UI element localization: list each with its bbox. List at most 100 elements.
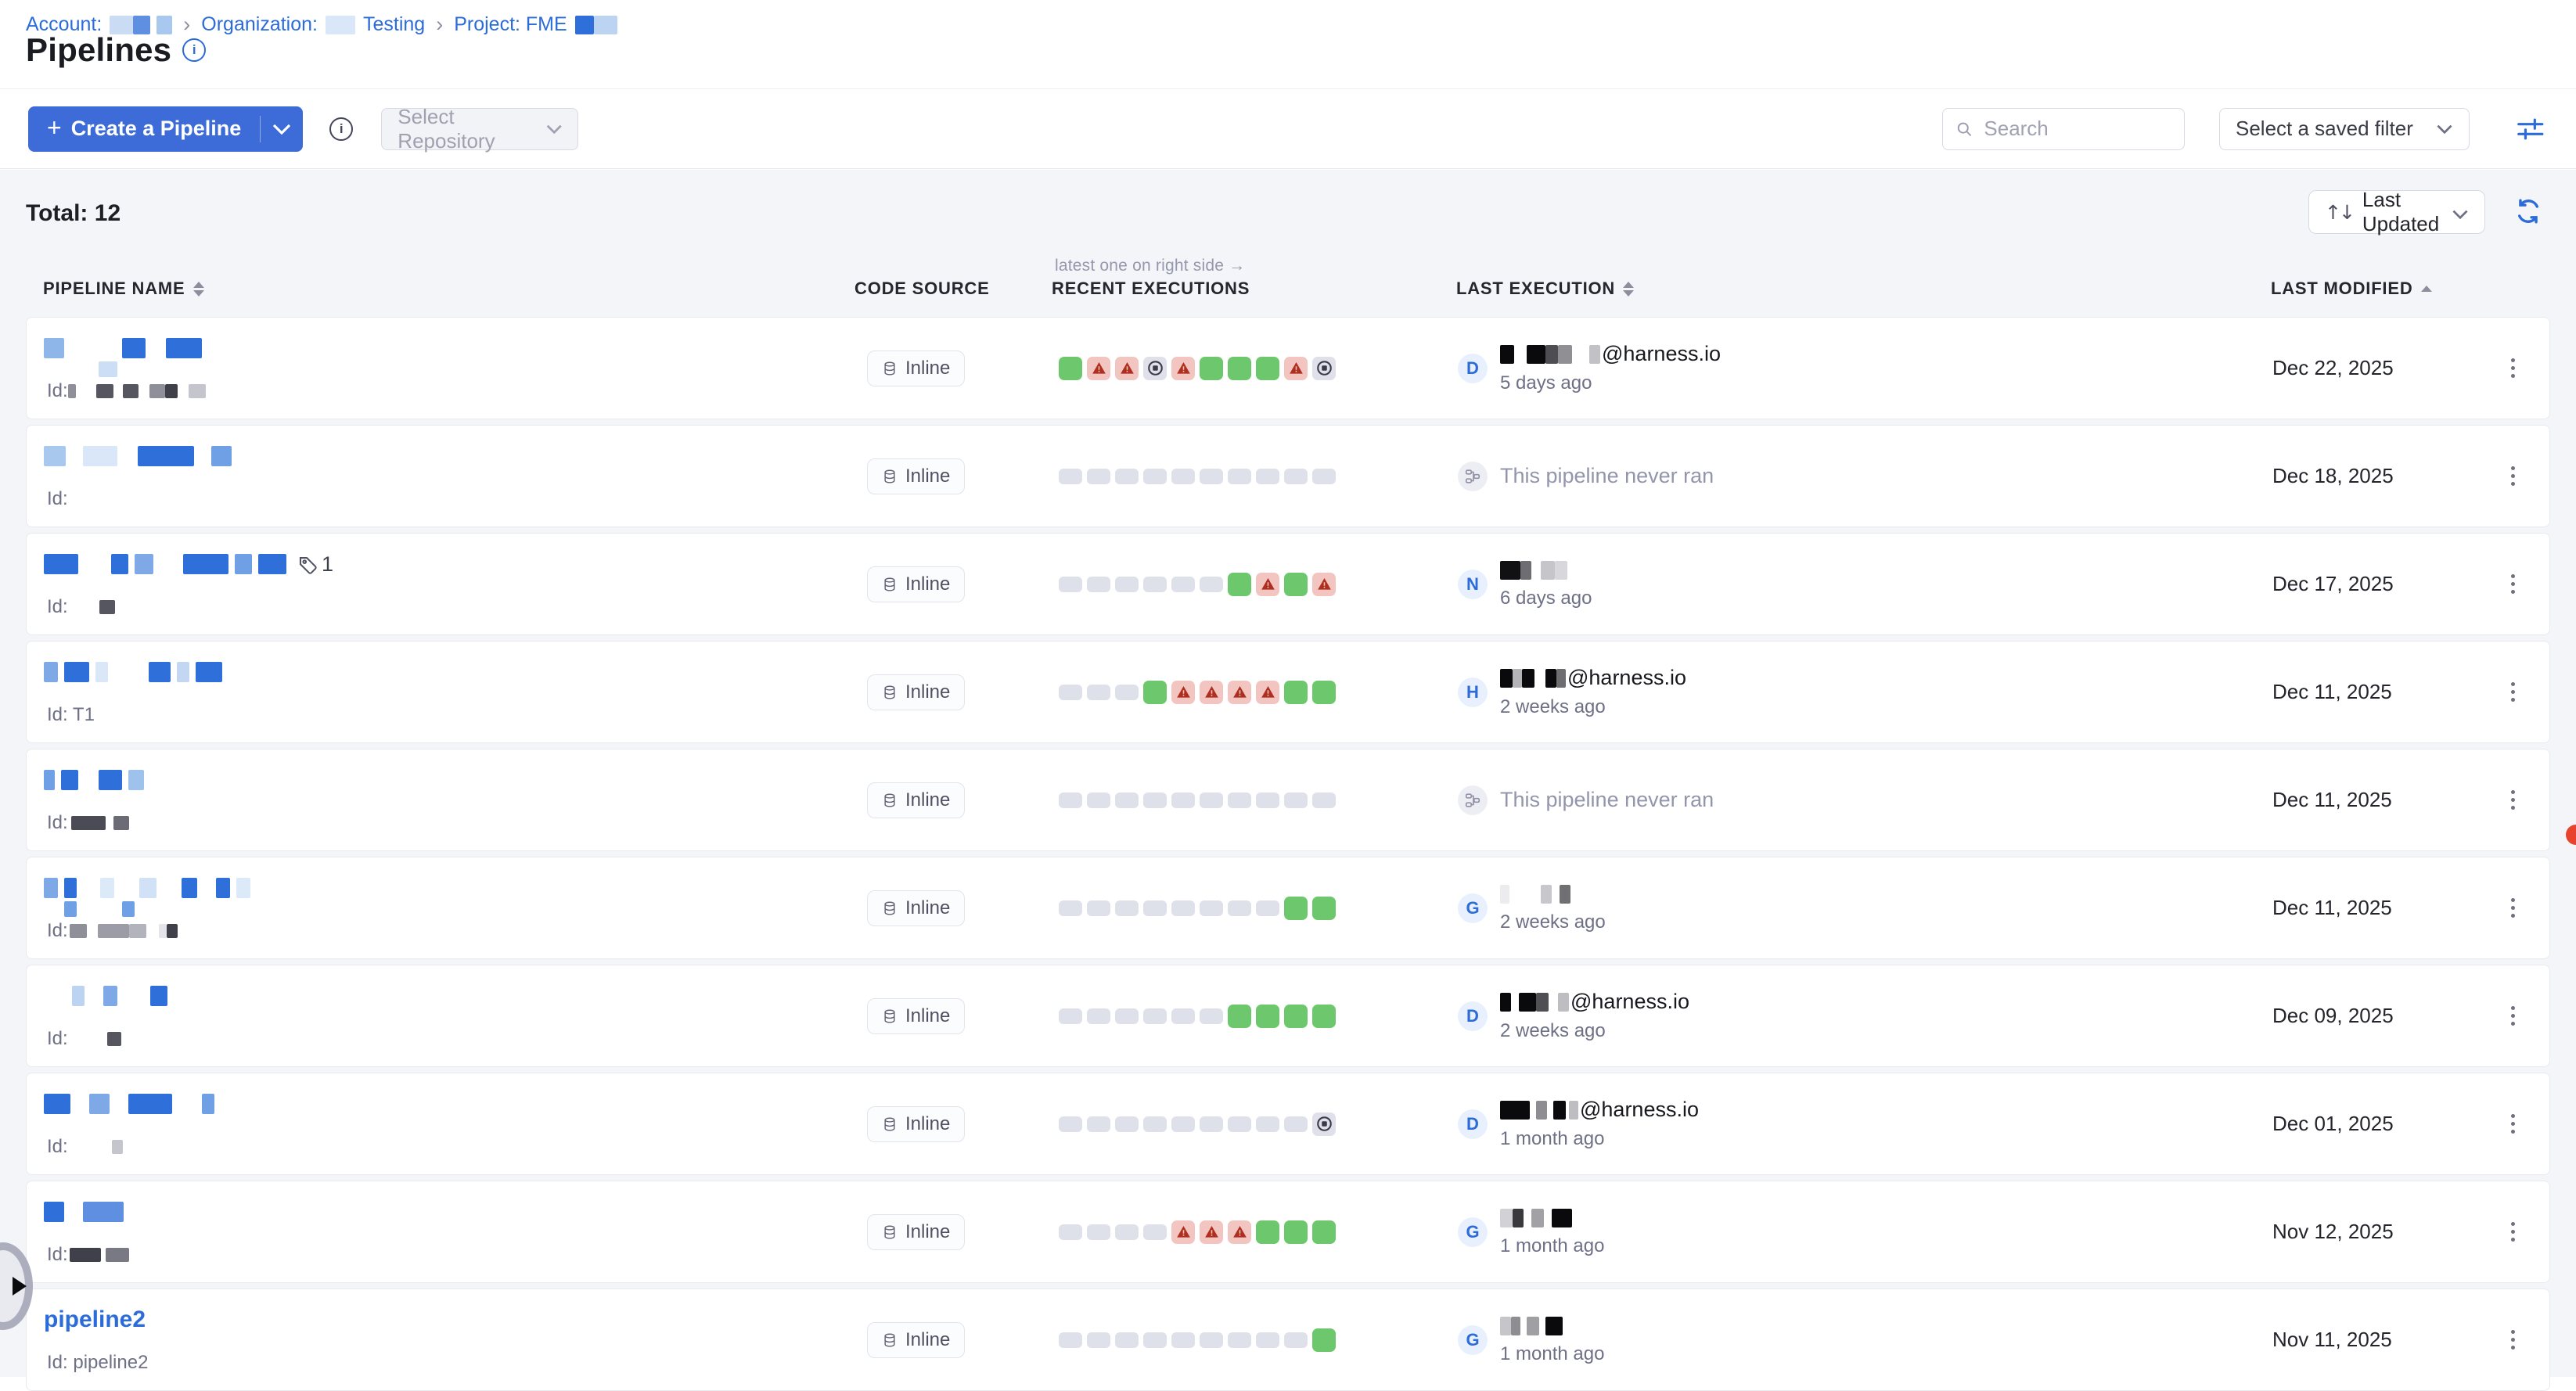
execution-success-icon[interactable] xyxy=(1312,1220,1336,1244)
execution-empty-slot[interactable] xyxy=(1115,1116,1139,1132)
execution-empty-slot[interactable] xyxy=(1143,1116,1167,1132)
execution-empty-slot[interactable] xyxy=(1200,577,1223,592)
pipeline-row[interactable]: Id: Inline xyxy=(26,425,2550,527)
select-repository-dropdown[interactable]: Select Repository xyxy=(381,108,578,150)
execution-success-icon[interactable] xyxy=(1284,1220,1308,1244)
execution-empty-slot[interactable] xyxy=(1228,1116,1251,1132)
pipeline-row[interactable]: Id: Inline D @harness.io 1 month ago xyxy=(26,1073,2550,1175)
execution-empty-slot[interactable] xyxy=(1256,900,1279,916)
execution-empty-slot[interactable] xyxy=(1115,1332,1139,1348)
execution-empty-slot[interactable] xyxy=(1059,1008,1082,1024)
execution-failed-icon[interactable] xyxy=(1284,357,1308,380)
execution-failed-icon[interactable] xyxy=(1228,681,1251,704)
execution-empty-slot[interactable] xyxy=(1115,900,1139,916)
execution-empty-slot[interactable] xyxy=(1200,793,1223,808)
row-menu-button[interactable] xyxy=(2503,458,2523,494)
execution-empty-slot[interactable] xyxy=(1171,1008,1195,1024)
page-info-icon[interactable]: i xyxy=(182,38,206,62)
execution-aborted-icon[interactable] xyxy=(1143,357,1167,380)
execution-success-icon[interactable] xyxy=(1143,681,1167,704)
pipeline-row[interactable]: Id: Inline G 1 month ago xyxy=(26,1181,2550,1283)
execution-empty-slot[interactable] xyxy=(1115,577,1139,592)
execution-empty-slot[interactable] xyxy=(1143,1008,1167,1024)
execution-empty-slot[interactable] xyxy=(1059,900,1082,916)
execution-empty-slot[interactable] xyxy=(1200,1008,1223,1024)
execution-empty-slot[interactable] xyxy=(1171,900,1195,916)
execution-empty-slot[interactable] xyxy=(1200,1332,1223,1348)
execution-empty-slot[interactable] xyxy=(1143,1224,1167,1240)
pipeline-row[interactable]: Id: Inline xyxy=(26,749,2550,851)
execution-empty-slot[interactable] xyxy=(1312,793,1336,808)
pipeline-row[interactable]: 1 Id: Inline N 6 days ago xyxy=(26,533,2550,635)
execution-empty-slot[interactable] xyxy=(1059,685,1082,700)
saved-filter-dropdown[interactable]: Select a saved filter xyxy=(2219,108,2470,150)
execution-failed-icon[interactable] xyxy=(1312,573,1336,596)
execution-success-icon[interactable] xyxy=(1284,897,1308,920)
execution-empty-slot[interactable] xyxy=(1143,793,1167,808)
execution-empty-slot[interactable] xyxy=(1115,1008,1139,1024)
search-input[interactable] xyxy=(1982,116,2171,142)
execution-empty-slot[interactable] xyxy=(1228,900,1251,916)
create-pipeline-button[interactable]: + Create a Pipeline xyxy=(28,106,303,152)
execution-empty-slot[interactable] xyxy=(1200,900,1223,916)
pipeline-row[interactable]: Id: Inline D @harness.io 5 days ago xyxy=(26,317,2550,419)
pipeline-row[interactable]: Id: T1 Inline H @harness.io 2 weeks ago xyxy=(26,641,2550,743)
execution-empty-slot[interactable] xyxy=(1143,577,1167,592)
execution-failed-icon[interactable] xyxy=(1171,357,1195,380)
execution-success-icon[interactable] xyxy=(1284,573,1308,596)
execution-empty-slot[interactable] xyxy=(1171,469,1195,484)
execution-empty-slot[interactable] xyxy=(1312,469,1336,484)
execution-success-icon[interactable] xyxy=(1312,681,1336,704)
execution-empty-slot[interactable] xyxy=(1087,1116,1110,1132)
execution-empty-slot[interactable] xyxy=(1256,469,1279,484)
column-header-pipeline-name[interactable]: PIPELINE NAME xyxy=(43,279,204,299)
execution-empty-slot[interactable] xyxy=(1087,900,1110,916)
execution-empty-slot[interactable] xyxy=(1087,577,1110,592)
execution-empty-slot[interactable] xyxy=(1284,1332,1308,1348)
execution-success-icon[interactable] xyxy=(1200,357,1223,380)
refresh-button[interactable] xyxy=(2514,197,2542,229)
execution-success-icon[interactable] xyxy=(1228,573,1251,596)
execution-empty-slot[interactable] xyxy=(1228,1332,1251,1348)
execution-empty-slot[interactable] xyxy=(1059,1224,1082,1240)
row-menu-button[interactable] xyxy=(2503,782,2523,818)
row-menu-button[interactable] xyxy=(2503,1214,2523,1249)
column-header-last-modified[interactable]: LAST MODIFIED xyxy=(2271,279,2432,299)
pipeline-row[interactable]: Id: Inline D @harness.io 2 weeks ago xyxy=(26,965,2550,1067)
execution-failed-icon[interactable] xyxy=(1200,1220,1223,1244)
execution-success-icon[interactable] xyxy=(1312,1005,1336,1028)
row-menu-button[interactable] xyxy=(2503,1106,2523,1141)
execution-empty-slot[interactable] xyxy=(1115,1224,1139,1240)
search-box[interactable] xyxy=(1942,108,2185,150)
execution-empty-slot[interactable] xyxy=(1087,793,1110,808)
execution-empty-slot[interactable] xyxy=(1256,1116,1279,1132)
execution-empty-slot[interactable] xyxy=(1256,1332,1279,1348)
execution-success-icon[interactable] xyxy=(1284,1005,1308,1028)
pipeline-row[interactable]: Id: Inline G 2 weeks ago xyxy=(26,857,2550,959)
execution-empty-slot[interactable] xyxy=(1087,685,1110,700)
execution-empty-slot[interactable] xyxy=(1059,469,1082,484)
execution-empty-slot[interactable] xyxy=(1087,1332,1110,1348)
execution-success-icon[interactable] xyxy=(1256,1220,1279,1244)
execution-aborted-icon[interactable] xyxy=(1312,1112,1336,1136)
row-menu-button[interactable] xyxy=(2503,998,2523,1033)
create-pipeline-caret-button[interactable] xyxy=(261,106,303,152)
execution-empty-slot[interactable] xyxy=(1087,469,1110,484)
execution-empty-slot[interactable] xyxy=(1228,469,1251,484)
execution-empty-slot[interactable] xyxy=(1059,1332,1082,1348)
execution-empty-slot[interactable] xyxy=(1228,793,1251,808)
execution-empty-slot[interactable] xyxy=(1087,1008,1110,1024)
execution-empty-slot[interactable] xyxy=(1087,1224,1110,1240)
execution-success-icon[interactable] xyxy=(1228,357,1251,380)
execution-failed-icon[interactable] xyxy=(1256,681,1279,704)
execution-success-icon[interactable] xyxy=(1059,357,1082,380)
execution-empty-slot[interactable] xyxy=(1284,1116,1308,1132)
filter-settings-button[interactable] xyxy=(2515,114,2545,144)
sort-dropdown[interactable]: ↑↓ Last Updated xyxy=(2308,190,2485,234)
execution-empty-slot[interactable] xyxy=(1143,900,1167,916)
execution-empty-slot[interactable] xyxy=(1171,793,1195,808)
execution-empty-slot[interactable] xyxy=(1059,1116,1082,1132)
row-menu-button[interactable] xyxy=(2503,890,2523,926)
execution-empty-slot[interactable] xyxy=(1059,577,1082,592)
execution-failed-icon[interactable] xyxy=(1256,573,1279,596)
